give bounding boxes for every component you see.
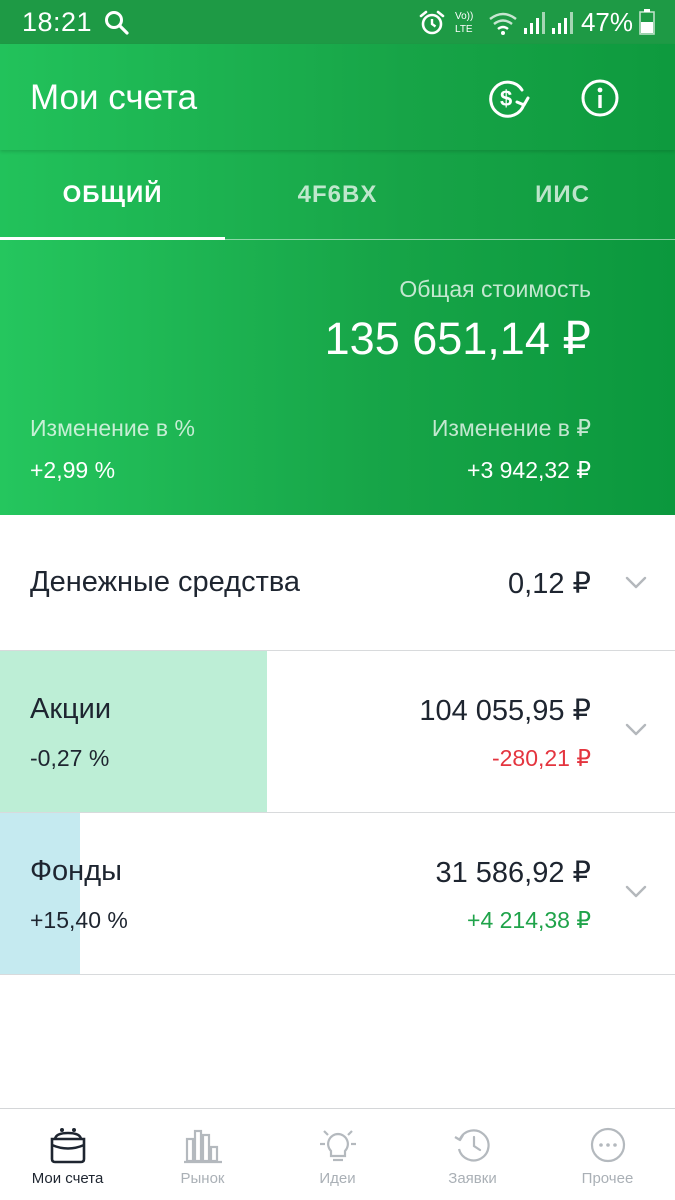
app-bar: Мои счета $ [0,44,675,150]
total-value-label: Общая стоимость [399,276,591,302]
row-change-rub: -280,21 ₽ [491,745,591,771]
tab-label: 4F6BX [297,181,378,208]
wifi-icon [489,12,517,35]
market-bars-icon [183,1129,222,1164]
nav-label: Рынок [180,1170,225,1187]
change-percent-value: +2,99 % [30,457,116,483]
nav-label: Заявки [448,1170,497,1187]
alarm-icon [419,10,445,35]
svg-text:LTE: LTE [455,24,473,35]
nav-ideas[interactable]: Идеи [270,1109,405,1200]
stocks-row[interactable]: Акции -0,27 % 104 055,95 ₽ -280,21 ₽ [0,651,675,813]
tab-iis[interactable]: ИИС [450,150,675,240]
allocation-bar [0,813,81,974]
svg-text:$: $ [500,86,512,111]
nav-label: Мои счета [31,1170,104,1187]
wallet-icon [50,1128,85,1164]
history-clock-icon [453,1129,490,1162]
currency-exchange-icon[interactable]: $ [486,76,530,120]
change-percent-label: Изменение в % [30,415,195,441]
row-change-rub: +4 214,38 ₽ [467,907,591,933]
tab-label: ИИС [535,181,590,208]
total-value: 135 651,14 ₽ [324,313,591,364]
signal-icon [524,12,545,34]
change-rub-value: +3 942,32 ₽ [467,457,591,483]
row-amount: 0,12 ₽ [508,568,591,600]
nav-my-accounts[interactable]: Мои счета [0,1109,135,1200]
volte-icon: Vo)) LTE [455,11,473,35]
row-name: Акции [30,693,112,725]
chevron-down-icon[interactable] [625,723,647,737]
bottom-navigation: Мои счета Рынок Идеи Заявки Прочее [0,1108,675,1200]
account-tabs: ОБЩИЙ 4F6BX ИИС [0,150,675,240]
nav-orders[interactable]: Заявки [405,1109,540,1200]
chevron-down-icon[interactable] [625,885,647,899]
info-icon[interactable] [578,76,622,120]
lightbulb-icon [319,1130,356,1162]
row-amount: 104 055,95 ₽ [419,695,591,727]
page-title: Мои счета [30,78,198,117]
battery-percent: 47% [580,7,633,37]
chevron-down-icon[interactable] [625,576,647,590]
row-change-percent: -0,27 % [30,745,110,771]
battery-icon [639,9,655,35]
status-time: 18:21 [22,7,93,37]
allocation-bar [0,651,268,812]
row-change-percent: +15,40 % [30,907,128,933]
row-name: Денежные средства [30,566,301,598]
change-rub-label: Изменение в ₽ [431,415,591,441]
row-amount: 31 586,92 ₽ [435,857,591,889]
search-icon [105,11,129,35]
tab-4f6bx[interactable]: 4F6BX [225,150,450,240]
cash-row[interactable]: Денежные средства 0,12 ₽ [0,515,675,651]
nav-more[interactable]: Прочее [540,1109,675,1200]
tab-label: ОБЩИЙ [62,181,163,208]
tab-general[interactable]: ОБЩИЙ [0,150,225,240]
signal-icon [552,12,573,34]
more-dots-icon [590,1127,625,1163]
funds-row[interactable]: Фонды +15,40 % 31 586,92 ₽ +4 214,38 ₽ [0,813,675,975]
status-bar: 18:21 Vo)) LTE 47% [0,0,675,44]
nav-market[interactable]: Рынок [135,1109,270,1200]
nav-label: Прочее [581,1170,634,1187]
svg-text:Vo)): Vo)) [455,11,473,22]
portfolio-summary: Общая стоимость 135 651,14 ₽ Изменение в… [0,240,675,515]
nav-label: Идеи [319,1170,356,1187]
row-name: Фонды [30,855,122,887]
